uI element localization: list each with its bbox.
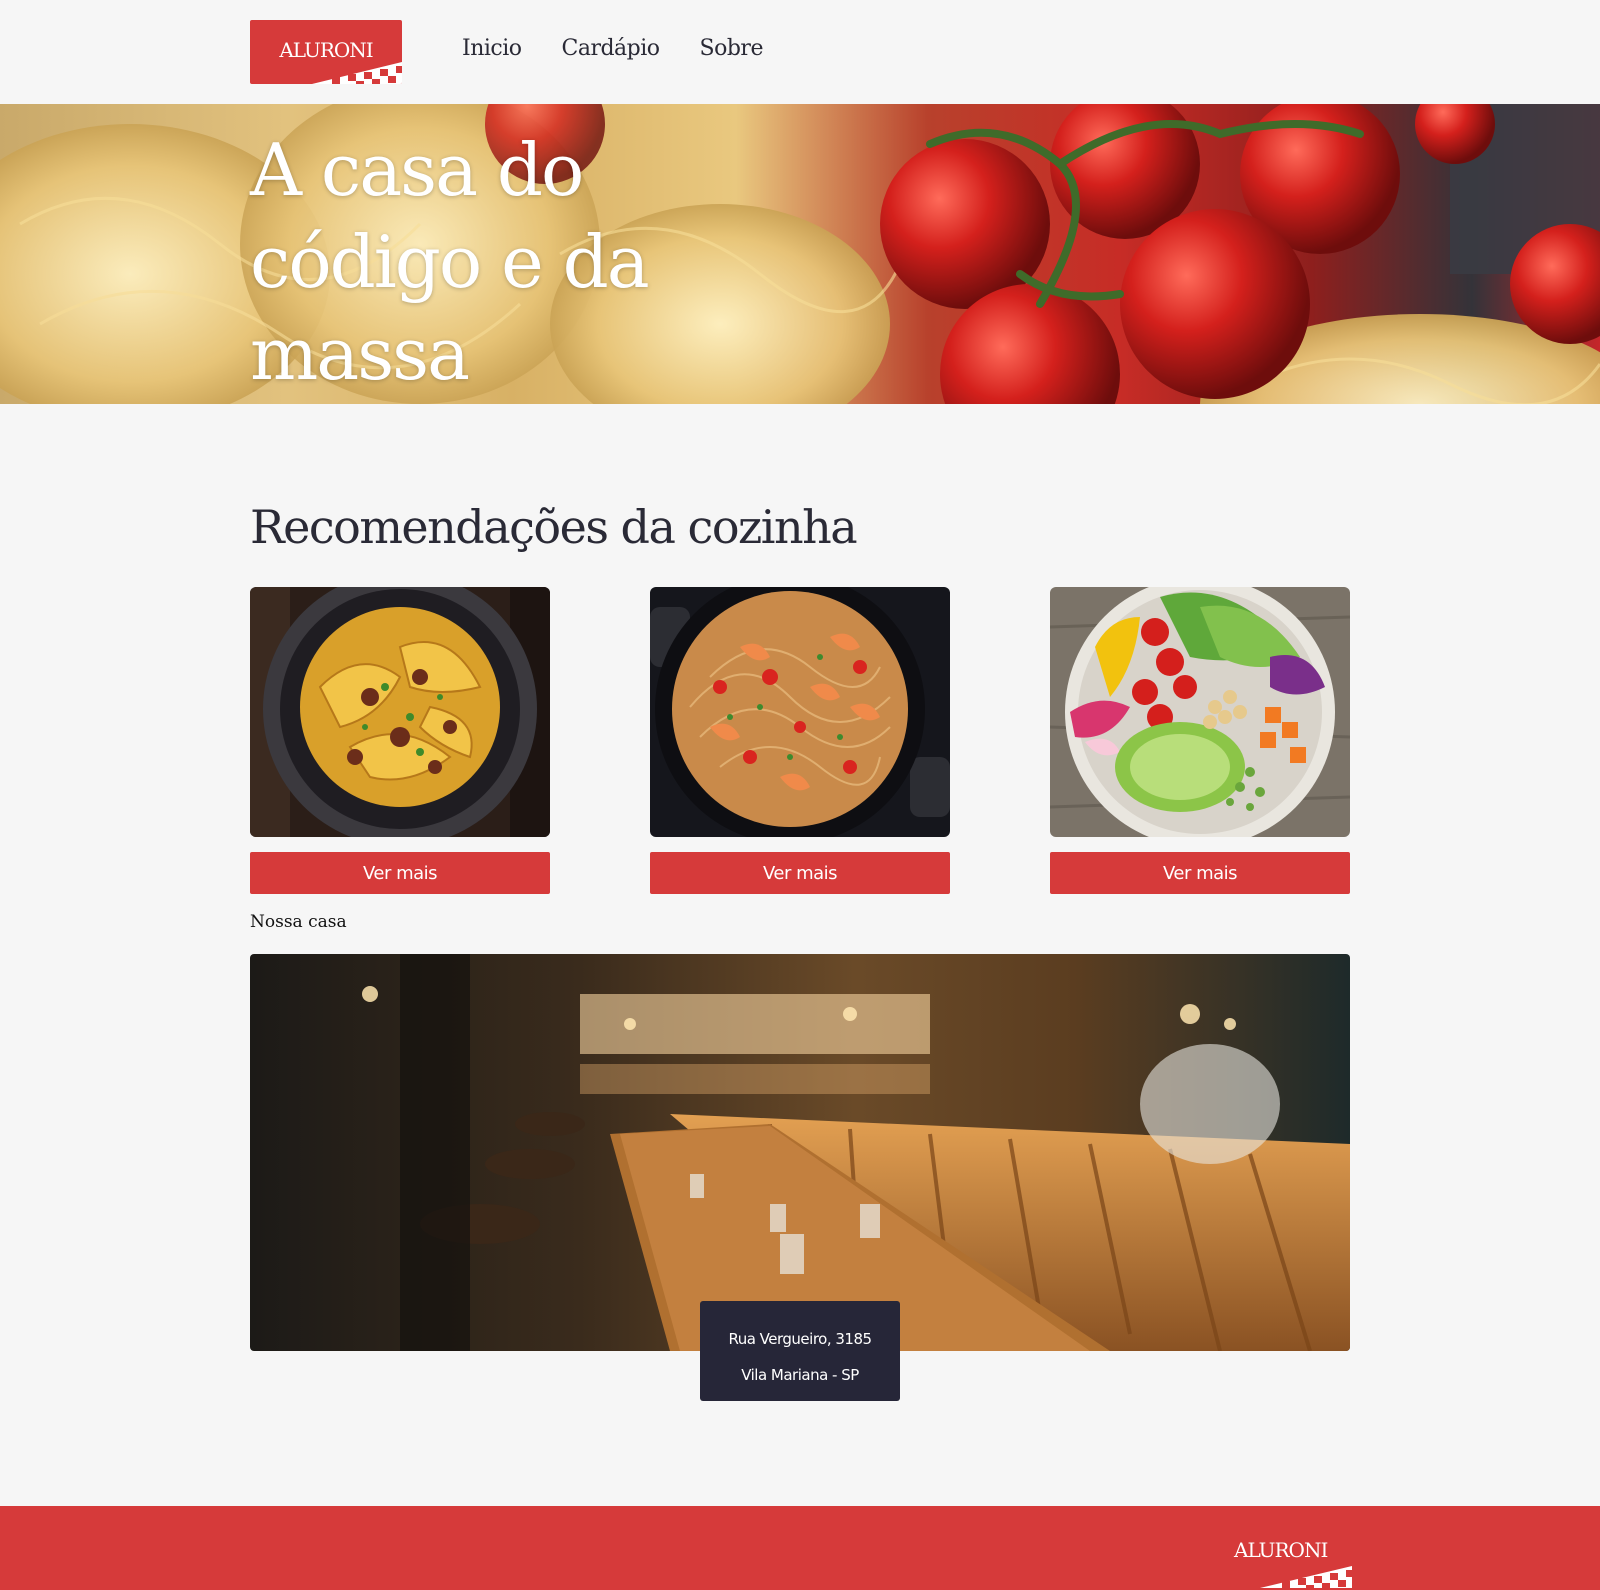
recommendation-card: Ver mais bbox=[1050, 587, 1350, 894]
ver-mais-button[interactable]: Ver mais bbox=[1050, 852, 1350, 894]
address-street: Rua Vergueiro, 3185 bbox=[728, 1330, 872, 1348]
checker-pattern-icon bbox=[1260, 1566, 1352, 1588]
nav-link-inicio[interactable]: Inicio bbox=[462, 36, 522, 61]
address-city: Vila Mariana - SP bbox=[741, 1366, 859, 1384]
site-header: ALURONI Inicio Cardápio Sobre bbox=[0, 0, 1600, 104]
address-box: Rua Vergueiro, 3185 Vila Mariana - SP bbox=[700, 1301, 900, 1401]
hero-title: A casa do código e da massa bbox=[250, 128, 650, 396]
recommendation-card: Ver mais bbox=[650, 587, 950, 894]
main-nav: Inicio Cardápio Sobre bbox=[462, 36, 763, 61]
nav-link-cardapio[interactable]: Cardápio bbox=[562, 36, 661, 61]
salad-bowl-image bbox=[1050, 587, 1350, 837]
shrimp-spaghetti-image bbox=[650, 587, 950, 837]
our-house-label: Nossa casa bbox=[250, 912, 347, 932]
restaurant-interior-image bbox=[250, 954, 1350, 1351]
pasta-tomatoes-hero-image bbox=[0, 104, 1600, 404]
ver-mais-button[interactable]: Ver mais bbox=[250, 852, 550, 894]
hero-banner: A casa do código e da massa bbox=[0, 104, 1600, 404]
nav-link-sobre[interactable]: Sobre bbox=[700, 36, 764, 61]
checker-pattern-icon bbox=[312, 62, 402, 84]
logo-text: ALURONI bbox=[279, 38, 373, 62]
tagliatelle-dish-image bbox=[250, 587, 550, 837]
aluroni-logo[interactable]: ALURONI bbox=[250, 20, 402, 84]
footer-logo-text: ALURONI bbox=[1234, 1538, 1328, 1562]
recommendation-card: Ver mais bbox=[250, 587, 550, 894]
site-footer: ALURONI bbox=[0, 1506, 1600, 1590]
footer-aluroni-logo[interactable]: ALURONI bbox=[1230, 1530, 1352, 1590]
recommendations-title: Recomendações da cozinha bbox=[250, 500, 858, 554]
ver-mais-button[interactable]: Ver mais bbox=[650, 852, 950, 894]
